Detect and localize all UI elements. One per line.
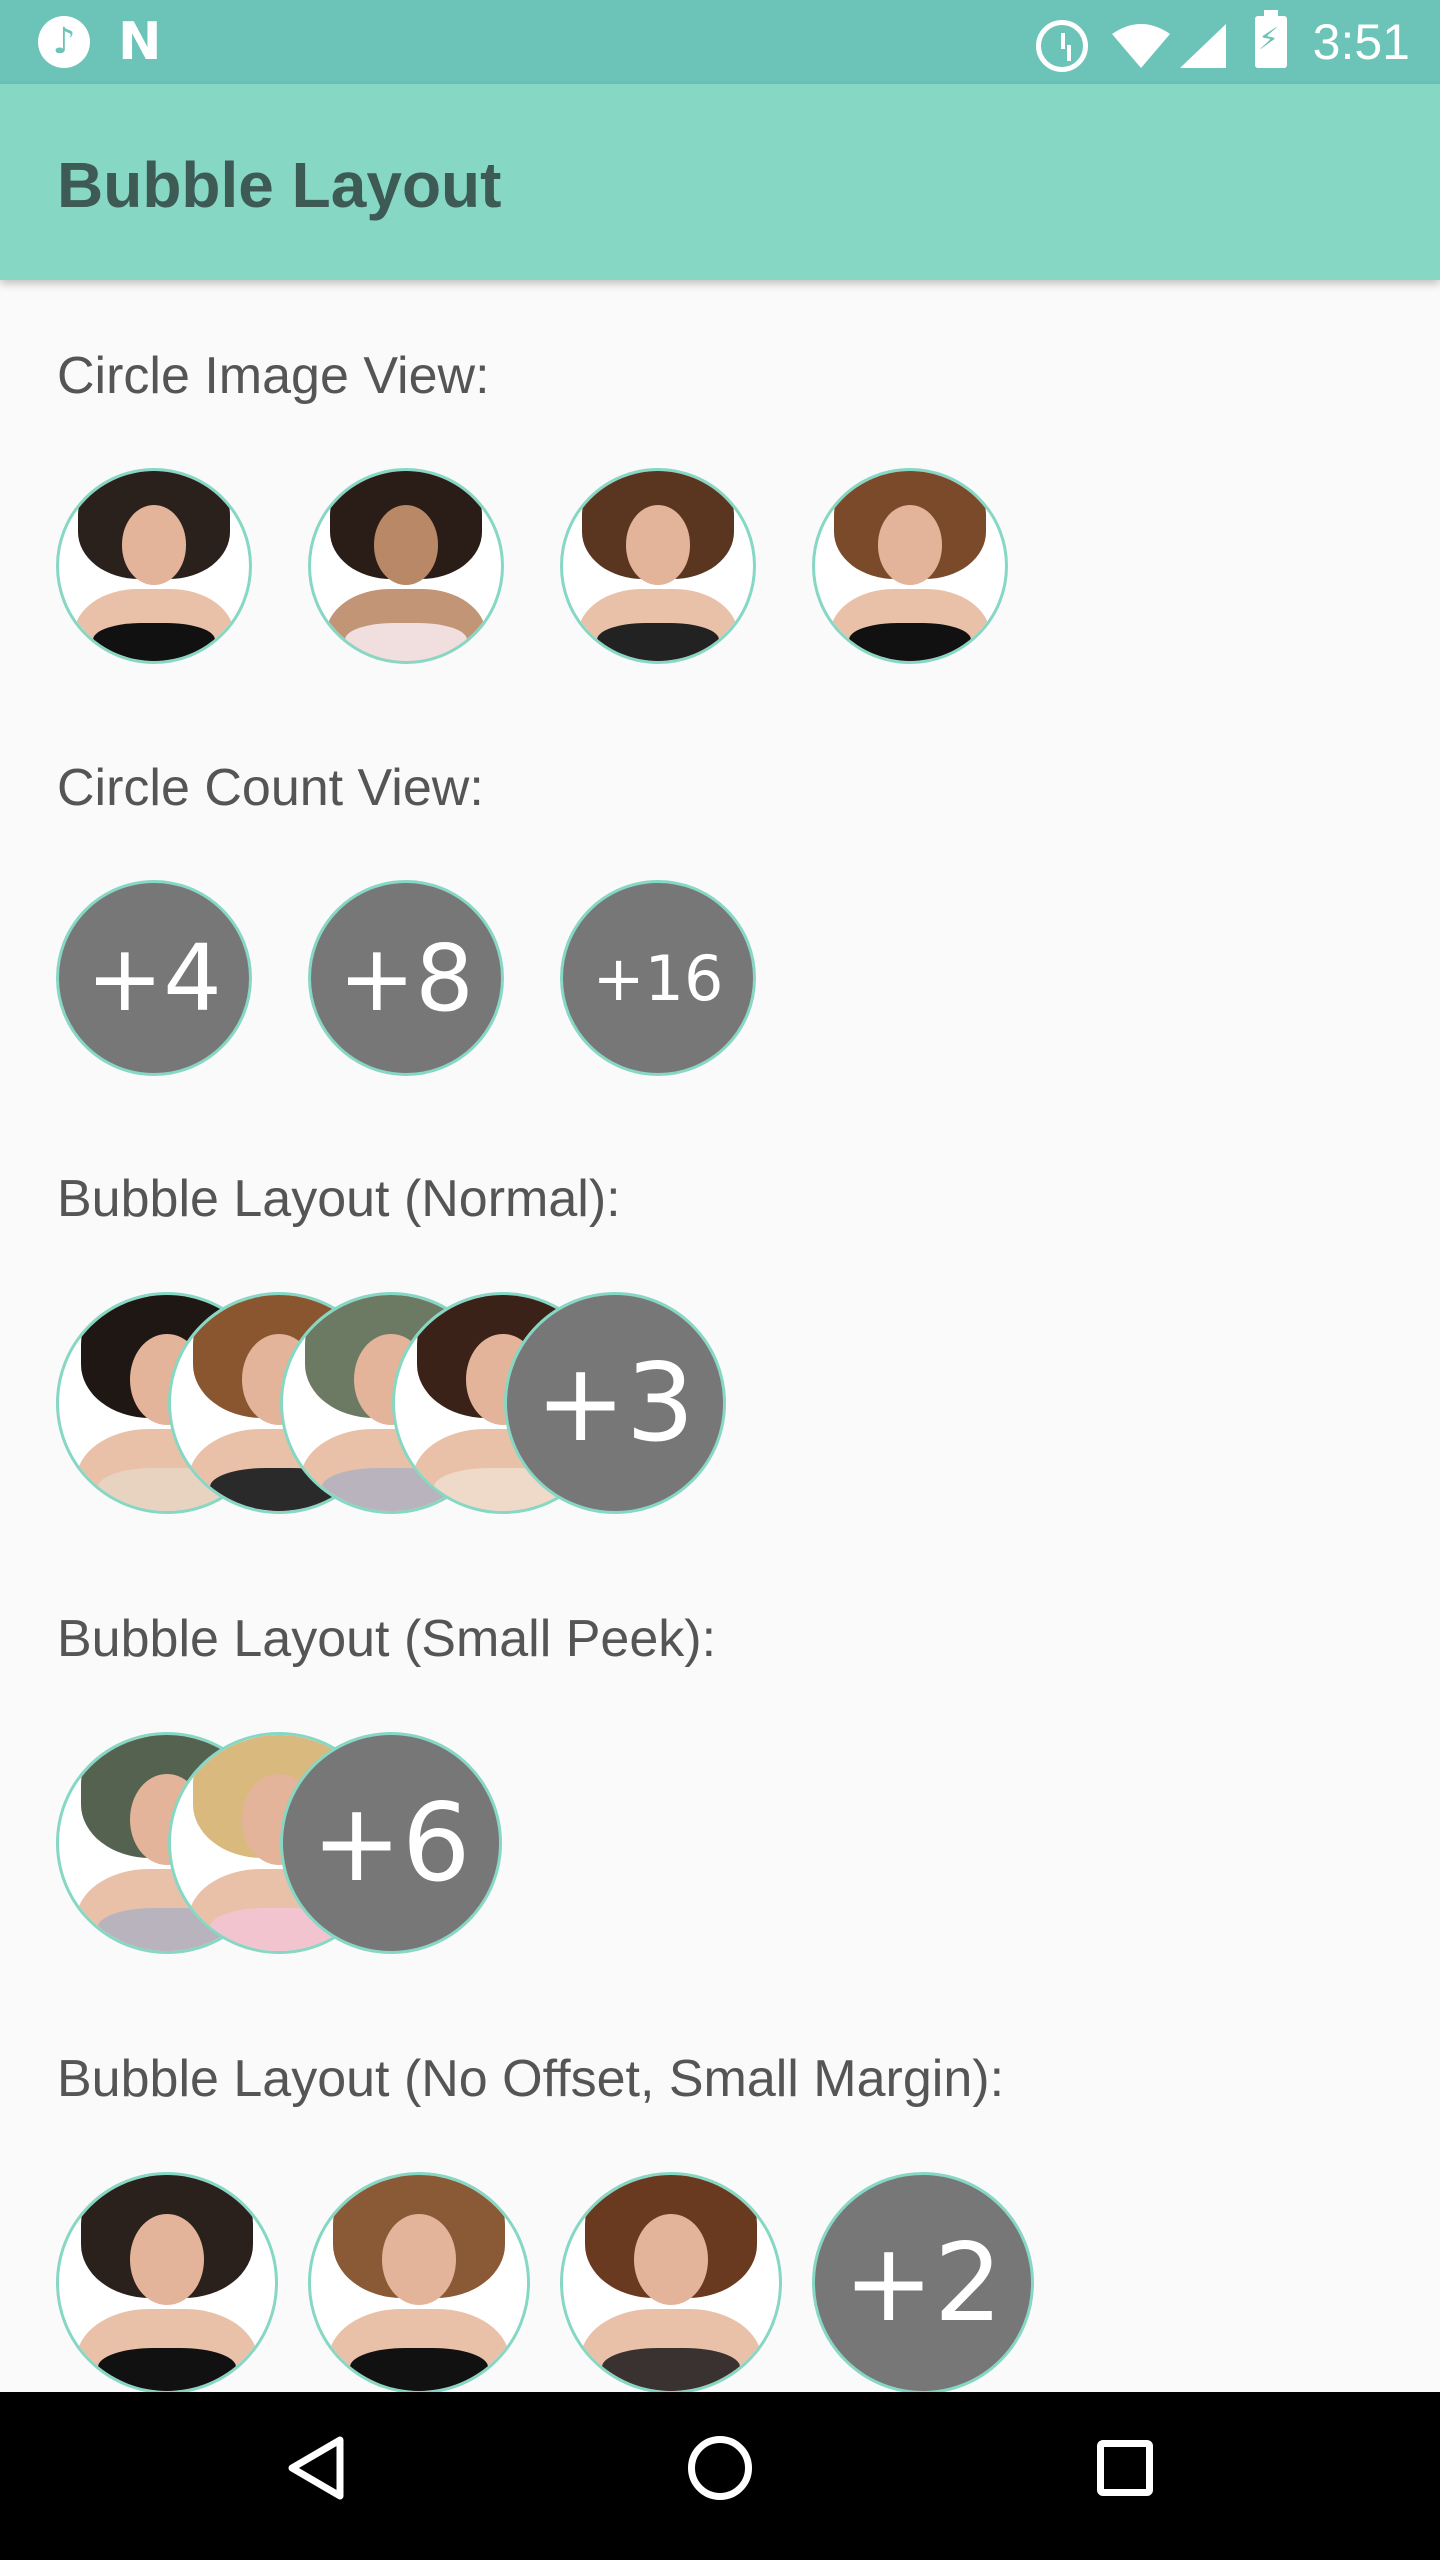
avatar-image[interactable] <box>308 468 504 664</box>
section-label-circle-image-view: Circle Image View: <box>57 347 490 405</box>
bubble-count-badge[interactable]: +3 <box>504 1292 726 1514</box>
status-clock: 3:51 <box>1312 14 1410 70</box>
status-bar: N 3:51 <box>0 0 1440 84</box>
app-bar: Bubble Layout <box>0 84 1440 280</box>
back-icon[interactable] <box>284 2434 348 2502</box>
count-badge[interactable]: +16 <box>560 880 756 1076</box>
navigation-bar <box>0 2392 1440 2560</box>
music-icon <box>38 16 90 68</box>
section-label-bubble-normal: Bubble Layout (Normal): <box>57 1170 621 1228</box>
bubble-avatar[interactable] <box>560 2172 782 2394</box>
bubble-count-badge[interactable]: +2 <box>812 2172 1034 2394</box>
page-title: Bubble Layout <box>57 149 502 221</box>
avatar-image[interactable] <box>812 468 1008 664</box>
avatar-image[interactable] <box>56 468 252 664</box>
alarm-icon <box>1036 20 1088 72</box>
wifi-icon <box>1112 24 1170 68</box>
n-icon: N <box>118 12 162 72</box>
home-icon[interactable] <box>688 2436 752 2500</box>
section-label-circle-count-view: Circle Count View: <box>57 759 484 817</box>
recents-icon[interactable] <box>1097 2440 1153 2496</box>
section-label-bubble-small-peek: Bubble Layout (Small Peek): <box>57 1610 717 1668</box>
bubble-avatar[interactable] <box>308 2172 530 2394</box>
battery-charging-icon <box>1255 10 1287 68</box>
count-badge[interactable]: +4 <box>56 880 252 1076</box>
bubble-avatar[interactable] <box>56 2172 278 2394</box>
avatar-image[interactable] <box>560 468 756 664</box>
count-badge[interactable]: +8 <box>308 880 504 1076</box>
cell-signal-icon <box>1180 24 1226 68</box>
section-label-bubble-no-offset: Bubble Layout (No Offset, Small Margin): <box>57 2050 1005 2108</box>
bubble-count-badge[interactable]: +6 <box>280 1732 502 1954</box>
